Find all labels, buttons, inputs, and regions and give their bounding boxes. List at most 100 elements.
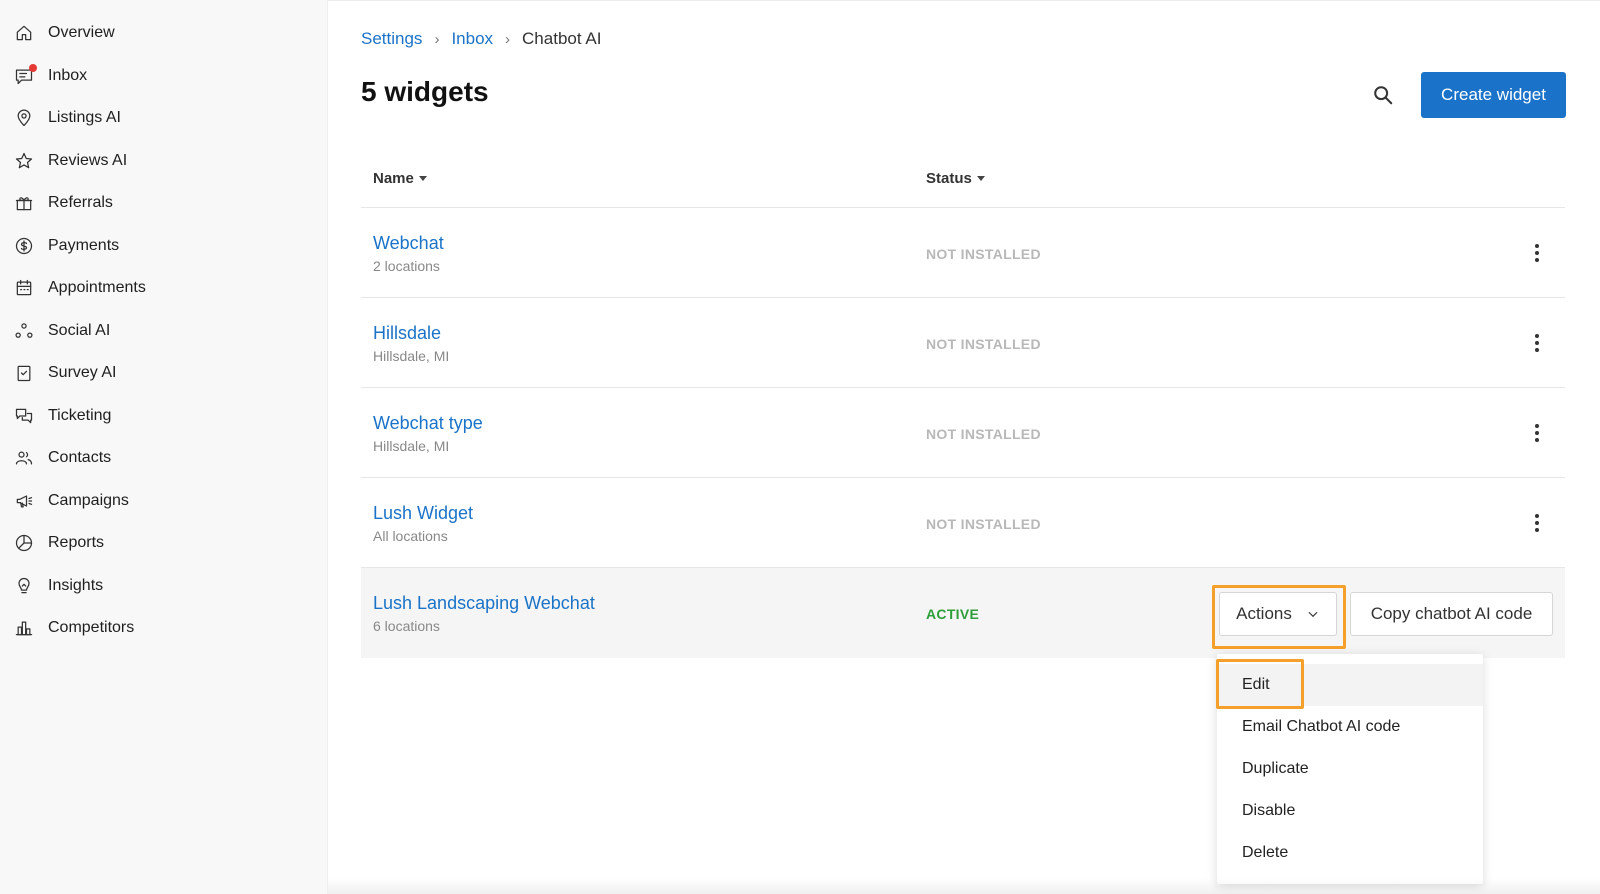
gift-icon [14, 193, 34, 213]
pie-chart-icon [14, 533, 34, 553]
sidebar-item-payments[interactable]: Payments [0, 225, 327, 268]
column-header-name[interactable]: Name [373, 170, 427, 187]
widget-name-link[interactable]: Hillsdale [373, 323, 441, 344]
actions-menu: Edit Email Chatbot AI code Duplicate Dis… [1217, 654, 1483, 884]
actions-label: Actions [1236, 604, 1292, 623]
column-header-status[interactable]: Status [926, 170, 985, 187]
breadcrumb: Settings › Inbox › Chatbot AI [361, 29, 601, 49]
widget-name-link[interactable]: Lush Landscaping Webchat [373, 593, 595, 614]
sidebar-item-label: Insights [48, 576, 104, 594]
widget-locations: Hillsdale, MI [373, 348, 450, 364]
bottom-shadow [328, 878, 1600, 894]
sidebar-item-competitors[interactable]: Competitors [0, 607, 327, 650]
widgets-table: Name Status Webchat 2 locations NOT INST… [361, 150, 1565, 658]
more-options-icon[interactable] [1525, 508, 1549, 538]
table-row: Hillsdale Hillsdale, MI NOT INSTALLED [361, 298, 1565, 388]
sidebar-item-label: Reports [48, 534, 105, 552]
menu-item-edit[interactable]: Edit [1217, 664, 1483, 706]
table-header: Name Status [361, 150, 1565, 208]
social-nodes-icon [14, 321, 34, 341]
sidebar-item-label: Survey AI [48, 364, 117, 382]
actions-dropdown-button[interactable]: Actions [1219, 592, 1337, 636]
sidebar-item-label: Overview [48, 24, 115, 42]
widget-name-link[interactable]: Webchat type [373, 413, 483, 434]
notification-dot [29, 63, 37, 72]
table-row: Webchat 2 locations NOT INSTALLED [361, 208, 1565, 298]
bar-chart-icon [14, 618, 34, 638]
search-icon [1374, 86, 1393, 105]
sidebar-item-label: Social AI [48, 321, 111, 339]
sidebar-item-survey-ai[interactable]: Survey AI [0, 352, 327, 395]
chevron-right-icon: › [505, 30, 511, 48]
menu-item-delete[interactable]: Delete [1217, 832, 1483, 874]
breadcrumb-inbox[interactable]: Inbox [451, 29, 493, 49]
breadcrumb-current: Chatbot AI [522, 29, 602, 48]
breadcrumb-settings[interactable]: Settings [361, 29, 422, 49]
sidebar-item-inbox[interactable]: Inbox [0, 55, 327, 98]
create-widget-button[interactable]: Create widget [1421, 72, 1566, 118]
sidebar-item-contacts[interactable]: Contacts [0, 437, 327, 480]
home-icon [14, 23, 34, 43]
status-badge: NOT INSTALLED [926, 336, 1041, 352]
menu-item-email-code[interactable]: Email Chatbot AI code [1217, 706, 1483, 748]
page-title: 5 widgets [361, 76, 489, 107]
status-badge: ACTIVE [926, 606, 980, 622]
sidebar-item-label: Referrals [48, 194, 113, 212]
inbox-icon [14, 63, 37, 86]
lightbulb-icon [14, 576, 34, 596]
table-row: Lush Widget All locations NOT INSTALLED [361, 478, 1565, 568]
sidebar-item-ticketing[interactable]: Ticketing [0, 395, 327, 438]
widget-locations: All locations [373, 528, 448, 544]
sidebar: Overview Inbox Listings AI Reviews AI Re… [0, 0, 328, 894]
column-header-label: Name [373, 170, 414, 187]
status-badge: NOT INSTALLED [926, 246, 1041, 262]
sidebar-item-label: Appointments [48, 279, 146, 297]
sidebar-item-campaigns[interactable]: Campaigns [0, 480, 327, 523]
sidebar-item-insights[interactable]: Insights [0, 565, 327, 608]
sidebar-item-label: Listings AI [48, 109, 121, 127]
sidebar-item-social-ai[interactable]: Social AI [0, 310, 327, 353]
chat-bubbles-icon [14, 406, 34, 426]
sidebar-item-appointments[interactable]: Appointments [0, 267, 327, 310]
search-button[interactable] [1369, 81, 1397, 109]
widget-name-link[interactable]: Lush Widget [373, 503, 473, 524]
sidebar-item-listings-ai[interactable]: Listings AI [0, 97, 327, 140]
sidebar-item-referrals[interactable]: Referrals [0, 182, 327, 225]
sidebar-item-label: Payments [48, 236, 120, 254]
sidebar-item-label: Ticketing [48, 406, 112, 424]
copy-chatbot-code-button[interactable]: Copy chatbot AI code [1350, 592, 1553, 636]
table-row: Lush Landscaping Webchat 6 locations ACT… [361, 568, 1565, 658]
sidebar-item-reviews-ai[interactable]: Reviews AI [0, 140, 327, 183]
menu-item-duplicate[interactable]: Duplicate [1217, 748, 1483, 790]
sidebar-item-label: Reviews AI [48, 151, 128, 169]
dollar-icon [14, 236, 34, 256]
more-options-icon[interactable] [1525, 238, 1549, 268]
main-content: Settings › Inbox › Chatbot AI 5 widgets … [361, 0, 1566, 894]
sidebar-item-label: Contacts [48, 449, 112, 467]
widget-locations: 2 locations [373, 258, 440, 274]
table-row: Webchat type Hillsdale, MI NOT INSTALLED [361, 388, 1565, 478]
sort-caret-icon [976, 176, 985, 181]
star-icon [14, 151, 34, 171]
menu-item-disable[interactable]: Disable [1217, 790, 1483, 832]
status-badge: NOT INSTALLED [926, 426, 1041, 442]
sidebar-item-label: Campaigns [48, 491, 129, 509]
column-header-label: Status [926, 170, 972, 187]
people-icon [14, 448, 34, 468]
more-options-icon[interactable] [1525, 418, 1549, 448]
widget-name-link[interactable]: Webchat [373, 233, 444, 254]
widget-locations: Hillsdale, MI [373, 438, 450, 454]
more-options-icon[interactable] [1525, 328, 1549, 358]
status-badge: NOT INSTALLED [926, 516, 1041, 532]
chevron-down-icon [1308, 611, 1318, 618]
megaphone-icon [14, 491, 34, 511]
sidebar-item-reports[interactable]: Reports [0, 522, 327, 565]
chevron-right-icon: › [434, 30, 440, 48]
sort-caret-icon [418, 176, 427, 181]
sidebar-item-label: Inbox [48, 66, 88, 84]
sidebar-item-overview[interactable]: Overview [0, 12, 327, 55]
sidebar-item-label: Competitors [48, 619, 135, 637]
clipboard-check-icon [14, 363, 34, 383]
location-pin-icon [14, 108, 34, 128]
calendar-icon [14, 278, 34, 298]
